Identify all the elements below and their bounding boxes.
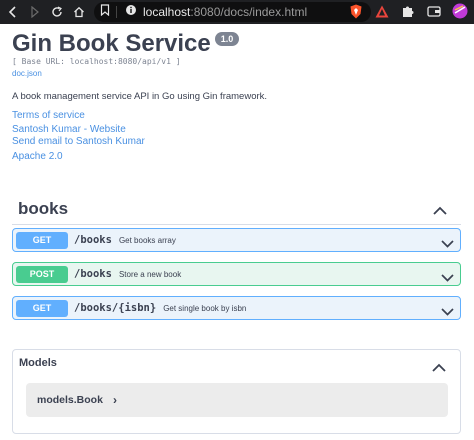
method-badge: POST bbox=[16, 265, 68, 283]
api-description: A book management service API in Go usin… bbox=[12, 91, 268, 102]
extension-area bbox=[348, 3, 468, 19]
contact-website-link[interactable]: Santosh Kumar - Website bbox=[12, 124, 126, 135]
base-url: [ Base URL: localhost:8080/api/v1 ] bbox=[12, 57, 181, 66]
wallet-icon[interactable] bbox=[426, 3, 442, 19]
operation-path: /books bbox=[74, 234, 112, 246]
model-item[interactable]: models.Book › bbox=[26, 383, 448, 417]
operation-summary: Store a new book bbox=[118, 269, 182, 279]
chevron-down-icon[interactable] bbox=[441, 235, 454, 253]
page-title: Gin Book Service bbox=[12, 30, 211, 57]
address-divider bbox=[116, 6, 117, 18]
home-icon[interactable] bbox=[70, 3, 88, 21]
chevron-up-icon[interactable] bbox=[433, 202, 447, 220]
bookmark-icon[interactable] bbox=[100, 3, 110, 21]
info-title-row: Gin Book Service 1.0 bbox=[12, 30, 240, 58]
opblock-post-books[interactable]: POST /books Store a new book bbox=[12, 262, 461, 286]
address-bar[interactable]: localhost:8080/docs/index.html bbox=[94, 2, 371, 22]
model-name: models.Book bbox=[37, 394, 103, 406]
tag-header-books[interactable]: books bbox=[12, 195, 461, 225]
license-link[interactable]: Apache 2.0 bbox=[12, 151, 63, 162]
operation-summary: Get books array bbox=[118, 235, 176, 245]
models-title[interactable]: Models bbox=[19, 357, 57, 369]
info-icon[interactable] bbox=[125, 3, 137, 21]
chevron-up-icon[interactable] bbox=[432, 359, 446, 377]
terms-of-service-link[interactable]: Terms of service bbox=[12, 110, 85, 121]
chevron-down-icon[interactable] bbox=[441, 269, 454, 287]
contact-email-link[interactable]: Send email to Santosh Kumar bbox=[12, 136, 145, 147]
operation-summary: Get single book by isbn bbox=[163, 303, 247, 313]
browser-toolbar: localhost:8080/docs/index.html bbox=[0, 0, 474, 24]
puzzle-extensions-icon[interactable] bbox=[400, 3, 416, 19]
brave-shield-icon[interactable] bbox=[348, 3, 364, 19]
url-text: localhost:8080/docs/index.html bbox=[143, 5, 307, 19]
back-icon[interactable] bbox=[4, 3, 22, 21]
models-section: Models models.Book › bbox=[12, 349, 461, 434]
nav-buttons bbox=[0, 3, 88, 21]
opblock-get-books[interactable]: GET /books Get books array bbox=[12, 228, 461, 252]
rewards-triangle-icon[interactable] bbox=[374, 3, 390, 19]
url-host: localhost bbox=[143, 5, 191, 19]
tag-name: books bbox=[18, 199, 69, 218]
forward-icon[interactable] bbox=[26, 3, 44, 21]
doc-json-link[interactable]: doc.json bbox=[12, 69, 42, 78]
method-badge: GET bbox=[16, 299, 68, 317]
version-badge: 1.0 bbox=[214, 32, 240, 46]
reload-icon[interactable] bbox=[48, 3, 66, 21]
operation-path: /books/{isbn} bbox=[74, 302, 157, 314]
operation-path: /books bbox=[74, 268, 112, 280]
method-badge: GET bbox=[16, 231, 68, 249]
opblock-get-book-by-isbn[interactable]: GET /books/{isbn} Get single book by isb… bbox=[12, 296, 461, 320]
profile-avatar-icon[interactable] bbox=[452, 3, 468, 19]
chevron-right-icon[interactable]: › bbox=[113, 393, 117, 407]
chevron-down-icon[interactable] bbox=[441, 303, 454, 321]
url-path: :8080/docs/index.html bbox=[190, 5, 308, 19]
